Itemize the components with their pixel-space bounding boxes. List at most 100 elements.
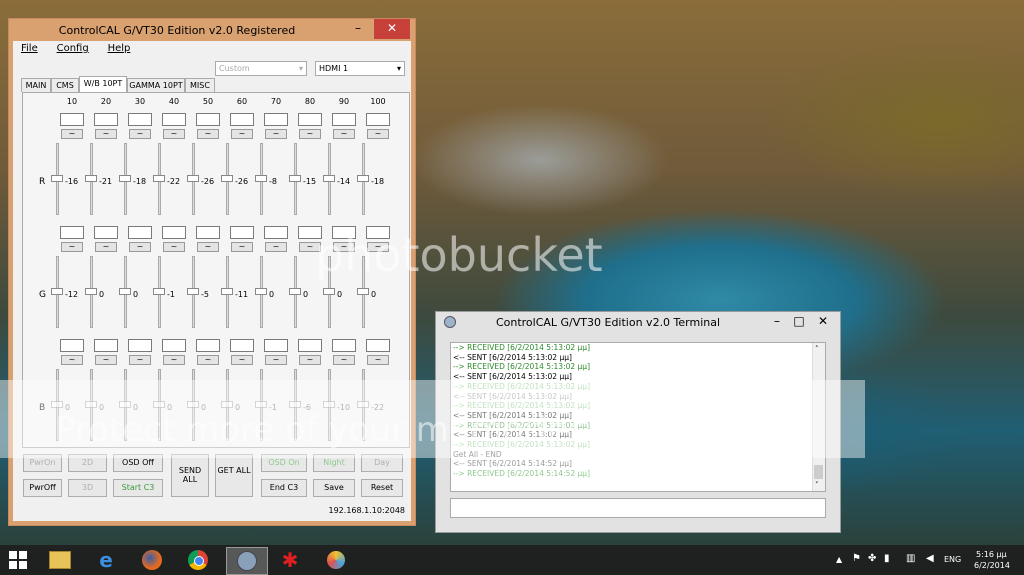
close-button[interactable]: ✕ — [374, 19, 410, 39]
slider-thumb-g-100[interactable] — [357, 288, 369, 295]
start-c3-button[interactable]: Start C3 — [113, 479, 163, 497]
tilde-button-r-90[interactable]: ~ — [333, 129, 355, 139]
level-input-r-10[interactable] — [60, 113, 84, 126]
level-input-g-70[interactable] — [264, 226, 288, 239]
tilde-button-r-30[interactable]: ~ — [129, 129, 151, 139]
3d-button[interactable]: 3D — [68, 479, 107, 497]
slider-thumb-g-60[interactable] — [221, 288, 233, 295]
slider-thumb-r-40[interactable] — [153, 175, 165, 182]
slider-thumb-r-10[interactable] — [51, 175, 63, 182]
controlcal-icon[interactable] — [226, 547, 268, 575]
tilde-button-b-60[interactable]: ~ — [231, 355, 253, 365]
tilde-button-b-50[interactable]: ~ — [197, 355, 219, 365]
level-input-b-90[interactable] — [332, 339, 356, 352]
tilde-button-b-90[interactable]: ~ — [333, 355, 355, 365]
slider-thumb-r-90[interactable] — [323, 175, 335, 182]
end-c3-button[interactable]: End C3 — [261, 479, 307, 497]
power-icon[interactable]: ▮ — [884, 553, 890, 564]
tilde-button-g-60[interactable]: ~ — [231, 242, 253, 252]
level-input-r-30[interactable] — [128, 113, 152, 126]
main-titlebar[interactable]: ControlCAL G/VT30 Edition v2.0 Registere… — [9, 19, 415, 43]
tilde-button-r-60[interactable]: ~ — [231, 129, 253, 139]
app-tray-icon[interactable]: ✤ — [868, 553, 876, 564]
tilde-button-r-100[interactable]: ~ — [367, 129, 389, 139]
tilde-button-g-70[interactable]: ~ — [265, 242, 287, 252]
tilde-button-b-70[interactable]: ~ — [265, 355, 287, 365]
tilde-button-g-40[interactable]: ~ — [163, 242, 185, 252]
level-input-r-80[interactable] — [298, 113, 322, 126]
level-input-r-20[interactable] — [94, 113, 118, 126]
level-input-b-80[interactable] — [298, 339, 322, 352]
tilde-button-r-10[interactable]: ~ — [61, 129, 83, 139]
tilde-button-g-30[interactable]: ~ — [129, 242, 151, 252]
level-input-b-40[interactable] — [162, 339, 186, 352]
slider-thumb-r-100[interactable] — [357, 175, 369, 182]
terminal-command-input[interactable] — [450, 498, 826, 518]
level-input-b-70[interactable] — [264, 339, 288, 352]
red-app-icon[interactable]: ✱ — [272, 547, 308, 573]
language-indicator[interactable]: ENG — [944, 555, 961, 564]
minimize-button[interactable]: – — [345, 19, 371, 39]
tilde-button-b-80[interactable]: ~ — [299, 355, 321, 365]
level-input-b-10[interactable] — [60, 339, 84, 352]
tilde-button-g-50[interactable]: ~ — [197, 242, 219, 252]
tab-misc[interactable]: MISC — [185, 78, 215, 92]
tab-gamma-10pt[interactable]: GAMMA 10PT — [127, 78, 185, 92]
terminal-close-button[interactable]: ✕ — [810, 312, 836, 332]
save-button[interactable]: Save — [313, 479, 355, 497]
send-all-button[interactable]: SEND ALL — [171, 454, 209, 497]
tilde-button-b-10[interactable]: ~ — [61, 355, 83, 365]
tilde-button-g-20[interactable]: ~ — [95, 242, 117, 252]
tilde-button-b-100[interactable]: ~ — [367, 355, 389, 365]
slider-thumb-g-50[interactable] — [187, 288, 199, 295]
slider-thumb-r-20[interactable] — [85, 175, 97, 182]
level-input-b-60[interactable] — [230, 339, 254, 352]
level-input-r-100[interactable] — [366, 113, 390, 126]
slider-thumb-g-30[interactable] — [119, 288, 131, 295]
level-input-r-50[interactable] — [196, 113, 220, 126]
tilde-button-r-40[interactable]: ~ — [163, 129, 185, 139]
paint-app-icon[interactable] — [318, 547, 354, 573]
tab-main[interactable]: MAIN — [21, 78, 51, 92]
network-icon[interactable]: ▥ — [906, 553, 915, 564]
tilde-button-r-80[interactable]: ~ — [299, 129, 321, 139]
tilde-button-g-10[interactable]: ~ — [61, 242, 83, 252]
terminal-maximize-button[interactable]: □ — [788, 312, 810, 332]
level-input-g-60[interactable] — [230, 226, 254, 239]
firefox-icon[interactable] — [134, 547, 170, 573]
level-input-b-50[interactable] — [196, 339, 220, 352]
level-input-r-40[interactable] — [162, 113, 186, 126]
pwr-off-button[interactable]: PwrOff — [23, 479, 62, 497]
slider-thumb-g-40[interactable] — [153, 288, 165, 295]
level-input-g-30[interactable] — [128, 226, 152, 239]
terminal-minimize-button[interactable]: – — [766, 312, 788, 332]
tilde-button-r-50[interactable]: ~ — [197, 129, 219, 139]
chrome-icon[interactable] — [180, 547, 216, 573]
show-hidden-icons-icon[interactable]: ▲ — [836, 555, 842, 564]
level-input-b-100[interactable] — [366, 339, 390, 352]
tilde-button-r-20[interactable]: ~ — [95, 129, 117, 139]
menu-help[interactable]: Help — [100, 41, 139, 56]
slider-thumb-r-50[interactable] — [187, 175, 199, 182]
volume-icon[interactable]: ◀ — [926, 553, 934, 564]
slider-thumb-r-30[interactable] — [119, 175, 131, 182]
input-select[interactable]: HDMI 1 ▾ — [315, 61, 405, 76]
clock-time[interactable]: 5:16 μμ — [976, 550, 1007, 559]
scroll-up-icon[interactable]: ˄ — [815, 345, 819, 353]
clock-date[interactable]: 6/2/2014 — [974, 561, 1010, 570]
terminal-titlebar[interactable]: ControlCAL G/VT30 Edition v2.0 Terminal … — [436, 312, 840, 332]
tilde-button-r-70[interactable]: ~ — [265, 129, 287, 139]
level-input-g-50[interactable] — [196, 226, 220, 239]
tilde-button-b-40[interactable]: ~ — [163, 355, 185, 365]
slider-thumb-g-10[interactable] — [51, 288, 63, 295]
tilde-button-b-20[interactable]: ~ — [95, 355, 117, 365]
slider-thumb-g-20[interactable] — [85, 288, 97, 295]
action-center-icon[interactable]: ⚑ — [852, 553, 861, 564]
scroll-thumb[interactable] — [814, 465, 823, 479]
slider-thumb-g-70[interactable] — [255, 288, 267, 295]
internet-explorer-icon[interactable]: e — [88, 547, 124, 573]
menu-file[interactable]: File — [13, 41, 46, 56]
level-input-r-60[interactable] — [230, 113, 254, 126]
slider-thumb-g-80[interactable] — [289, 288, 301, 295]
level-input-r-70[interactable] — [264, 113, 288, 126]
